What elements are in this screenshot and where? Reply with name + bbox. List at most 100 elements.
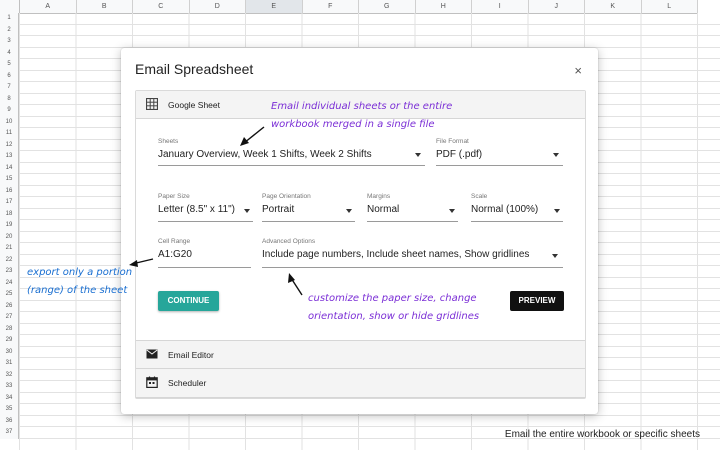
chevron-down-icon — [554, 209, 560, 213]
column-header[interactable]: C — [133, 0, 190, 13]
row-header[interactable]: 17 — [0, 197, 19, 209]
row-header[interactable]: 22 — [0, 254, 19, 266]
row-header[interactable]: 30 — [0, 346, 19, 358]
row-header[interactable]: 6 — [0, 70, 19, 82]
row-header[interactable]: 25 — [0, 289, 19, 301]
row-header[interactable]: 33 — [0, 381, 19, 393]
sheet-row: 1 — [0, 13, 720, 25]
paper-size-select[interactable]: Paper Size Letter (8.5" x 11") — [158, 193, 253, 222]
annotation-cell-range: export only a portion (range) of the she… — [27, 264, 132, 300]
column-header[interactable]: G — [359, 0, 416, 13]
advanced-options-select[interactable]: Advanced Options Include page numbers, I… — [262, 238, 563, 268]
margins-select[interactable]: Margins Normal — [367, 193, 458, 222]
select-all-corner[interactable] — [0, 0, 20, 13]
column-header[interactable]: J — [529, 0, 585, 13]
row-header[interactable]: 4 — [0, 47, 19, 59]
page-orientation-select[interactable]: Page Orientation Portrait — [262, 193, 355, 222]
sheet-row: 2 — [0, 24, 720, 36]
row-header[interactable]: 11 — [0, 128, 19, 140]
column-header[interactable]: K — [585, 0, 642, 13]
row-header[interactable]: 32 — [0, 369, 19, 381]
row-header[interactable]: 23 — [0, 266, 19, 278]
dialog-title: Email Spreadsheet — [135, 61, 254, 77]
row-header[interactable]: 10 — [0, 116, 19, 128]
section-header-scheduler[interactable]: Scheduler — [136, 369, 585, 398]
row-header[interactable]: 2 — [0, 24, 19, 36]
column-header[interactable]: H — [416, 0, 472, 13]
section-label: Email Editor — [168, 350, 214, 360]
annotation-arrow — [240, 126, 265, 146]
annotation-line: Email individual sheets or the entire — [271, 101, 453, 112]
row-header[interactable]: 5 — [0, 59, 19, 71]
row-header[interactable]: 8 — [0, 93, 19, 105]
annotation-sheets: Email individual sheets or the entire wo… — [271, 98, 452, 134]
column-header[interactable]: A — [20, 0, 77, 13]
row-header[interactable]: 1 — [0, 13, 19, 25]
chevron-down-icon — [346, 209, 352, 213]
sheet-row: 36 — [0, 415, 720, 427]
row-header[interactable]: 31 — [0, 358, 19, 370]
column-header-bar: A B C D E F G H I J K L — [0, 0, 698, 14]
row-header[interactable]: 36 — [0, 415, 19, 427]
row-header[interactable]: 12 — [0, 139, 19, 151]
column-header[interactable]: B — [77, 0, 133, 13]
scale-select[interactable]: Scale Normal (100%) — [471, 193, 563, 222]
section-header-email-editor[interactable]: Email Editor — [136, 340, 585, 369]
row-header[interactable]: 27 — [0, 312, 19, 324]
column-header-selected[interactable]: E — [246, 0, 303, 13]
row-header[interactable]: 24 — [0, 277, 19, 289]
row-header[interactable]: 15 — [0, 174, 19, 186]
close-icon[interactable]: × — [574, 63, 582, 78]
column-header[interactable]: F — [303, 0, 359, 13]
row-header[interactable]: 7 — [0, 82, 19, 94]
chevron-down-icon — [553, 153, 559, 157]
row-header[interactable]: 21 — [0, 243, 19, 255]
column-header[interactable]: I — [472, 0, 529, 13]
file-format-select[interactable]: File Format PDF (.pdf) — [436, 138, 563, 166]
field-underline — [436, 165, 563, 166]
margins-value: Normal — [367, 204, 400, 215]
cell-range-value: A1:G20 — [158, 249, 192, 260]
row-header[interactable]: 16 — [0, 185, 19, 197]
row-header[interactable]: 37 — [0, 427, 19, 439]
annotation-arrow — [288, 273, 303, 296]
preview-button[interactable]: PREVIEW — [510, 291, 564, 311]
field-underline — [262, 221, 355, 222]
annotation-line: workbook merged in a single file — [271, 119, 435, 130]
row-header[interactable]: 35 — [0, 404, 19, 416]
row-header[interactable]: 29 — [0, 335, 19, 347]
annotation-advanced-options: customize the paper size, change orienta… — [308, 290, 479, 326]
cell-range-input[interactable]: Cell Range A1:G20 — [158, 238, 251, 268]
field-underline — [471, 221, 563, 222]
grid-icon — [146, 98, 158, 110]
cell-range-label: Cell Range — [158, 238, 191, 245]
settings-panel: Google Sheet Sheets January Overview, We… — [135, 90, 586, 399]
row-header[interactable]: 13 — [0, 151, 19, 163]
chevron-down-icon — [244, 209, 250, 213]
annotation-line: orientation, show or hide gridlines — [308, 311, 480, 322]
annotation-line: export only a portion — [27, 267, 133, 278]
continue-button[interactable]: CONTINUE — [158, 291, 219, 311]
row-header[interactable]: 34 — [0, 392, 19, 404]
annotation-arrow — [129, 258, 154, 267]
row-header[interactable]: 20 — [0, 231, 19, 243]
mail-icon — [146, 349, 158, 359]
row-header[interactable]: 9 — [0, 105, 19, 117]
page-orientation-value: Portrait — [262, 204, 295, 215]
scale-label: Scale — [471, 193, 488, 200]
row-header[interactable]: 3 — [0, 36, 19, 48]
row-header[interactable]: 19 — [0, 220, 19, 232]
sheets-value: January Overview, Week 1 Shifts, Week 2 … — [158, 149, 372, 160]
row-header[interactable]: 26 — [0, 300, 19, 312]
row-header[interactable]: 14 — [0, 162, 19, 174]
column-header[interactable]: D — [190, 0, 246, 13]
sheets-select[interactable]: Sheets January Overview, Week 1 Shifts, … — [158, 138, 425, 166]
field-underline — [158, 221, 253, 222]
caption: Email the entire workbook or specific sh… — [504, 429, 700, 440]
row-header[interactable]: 18 — [0, 208, 19, 220]
column-header[interactable]: L — [642, 0, 698, 13]
chevron-down-icon — [449, 209, 455, 213]
row-header[interactable]: 28 — [0, 323, 19, 335]
chevron-down-icon — [552, 254, 558, 258]
field-underline — [262, 267, 563, 268]
